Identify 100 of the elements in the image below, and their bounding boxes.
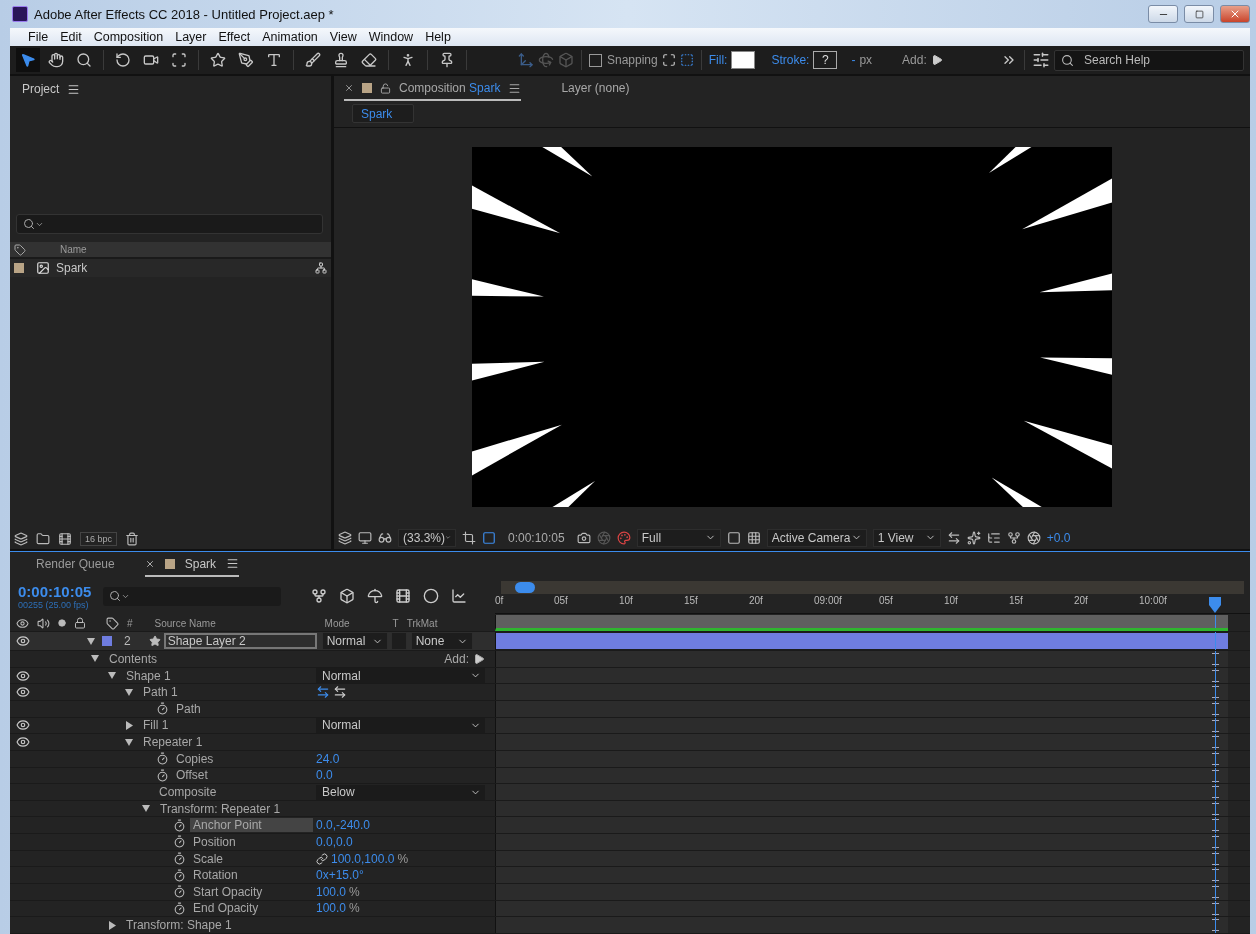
- property-name[interactable]: Position: [190, 834, 239, 849]
- property-value[interactable]: 100.0: [316, 901, 347, 916]
- panel-tab[interactable]: Spark: [144, 552, 240, 577]
- column-header[interactable]: TrkMat: [406, 617, 438, 629]
- property-value[interactable]: 100.0,100.0: [331, 851, 395, 866]
- fill-label[interactable]: Fill:: [708, 53, 728, 67]
- property-name[interactable]: Repeater 1: [140, 735, 206, 750]
- property-name[interactable]: Start Opacity: [190, 884, 266, 899]
- property-value[interactable]: 0.0,0.0: [316, 834, 353, 849]
- minimize-button[interactable]: [1148, 5, 1178, 23]
- column-header[interactable]: Source Name: [154, 617, 317, 629]
- expand-triangle-icon[interactable]: [88, 654, 102, 664]
- visibility-eye-icon[interactable]: [16, 634, 30, 649]
- playhead-icon[interactable]: [1207, 597, 1222, 614]
- menu-item[interactable]: File: [22, 30, 55, 44]
- stopwatch-icon[interactable]: [173, 902, 186, 915]
- current-time[interactable]: 0:00:10:05: [508, 530, 565, 545]
- folder-icon[interactable]: [36, 532, 50, 546]
- bit-depth-button[interactable]: 16 bpc: [80, 532, 118, 546]
- property-name[interactable]: Anchor Point: [190, 818, 313, 833]
- viewer-tab[interactable]: Composition Spark: [344, 77, 522, 101]
- tool-button[interactable]: [16, 48, 40, 72]
- current-timecode[interactable]: 0:00:10:05: [18, 582, 92, 600]
- maximize-button[interactable]: [1184, 5, 1214, 23]
- time-ruler[interactable]: 0f 05f 10f 15f 20f 09:00f 05f 10f 15f 20f 10:00f: [495, 594, 1250, 615]
- transparency-grid-icon[interactable]: [746, 530, 761, 545]
- close-button[interactable]: [1220, 5, 1250, 23]
- stopwatch-icon[interactable]: [156, 702, 169, 716]
- composition-icon[interactable]: [58, 532, 72, 546]
- stopwatch-icon[interactable]: [173, 835, 186, 849]
- add-play-icon[interactable]: [930, 54, 943, 66]
- column-header[interactable]: #: [127, 617, 133, 629]
- trash-icon[interactable]: [125, 532, 140, 546]
- menu-item[interactable]: Edit: [54, 30, 88, 44]
- composition-mini-flowchart-icon[interactable]: [311, 588, 328, 605]
- search-help-field[interactable]: Search Help: [1054, 49, 1244, 71]
- add-button[interactable]: Add:: [444, 651, 485, 666]
- menu-icon[interactable]: [226, 557, 240, 571]
- project-search-field[interactable]: [16, 214, 323, 234]
- project-item[interactable]: Spark: [10, 259, 331, 277]
- timeline-search-field[interactable]: [103, 586, 282, 606]
- menu-item[interactable]: Layer: [169, 30, 213, 44]
- snap-icon[interactable]: [679, 53, 694, 67]
- composition-breadcrumb[interactable]: Spark: [352, 104, 414, 123]
- viewer-tab[interactable]: Layer (none): [561, 77, 630, 101]
- track-matte-dropdown[interactable]: None: [410, 632, 473, 651]
- property-name[interactable]: Composite: [156, 785, 220, 799]
- fill-swatch[interactable]: [731, 51, 756, 69]
- layer-duration-bar[interactable]: [496, 633, 1228, 650]
- menu-item[interactable]: Effect: [212, 30, 257, 44]
- stroke-swatch[interactable]: ?: [813, 51, 838, 69]
- property-name[interactable]: Shape 1: [123, 668, 174, 683]
- axis-icon[interactable]: [518, 52, 534, 68]
- flowchart-icon[interactable]: [1006, 530, 1021, 545]
- stopwatch-icon[interactable]: [156, 752, 169, 766]
- expand-triangle-icon[interactable]: [122, 737, 136, 747]
- link-icon[interactable]: [316, 852, 328, 865]
- mode-dropdown[interactable]: Normal: [321, 632, 388, 651]
- snap-icon[interactable]: [661, 53, 676, 67]
- menu-item[interactable]: Animation: [256, 30, 324, 44]
- layer-name-field[interactable]: Shape Layer 2: [163, 633, 317, 650]
- lock-icon[interactable]: [380, 82, 391, 94]
- close-icon[interactable]: [144, 558, 155, 569]
- menu-item[interactable]: Composition: [87, 30, 170, 44]
- property-name[interactable]: Contents: [106, 651, 161, 666]
- column-header[interactable]: Mode: [324, 617, 385, 629]
- mask-path-icon[interactable]: [482, 530, 496, 545]
- stopwatch-icon[interactable]: [173, 885, 186, 899]
- expand-triangle-icon[interactable]: [122, 687, 136, 697]
- property-name[interactable]: Rotation: [190, 868, 241, 883]
- visibility-eye-icon[interactable]: [16, 685, 30, 700]
- column-header[interactable]: T: [392, 617, 399, 629]
- property-name[interactable]: Path 1: [140, 685, 181, 700]
- expand-triangle-icon[interactable]: [139, 804, 153, 814]
- mode-dropdown[interactable]: Below: [316, 784, 485, 800]
- property-name[interactable]: End Opacity: [190, 901, 262, 916]
- visibility-eye-icon[interactable]: [16, 718, 30, 733]
- workspace-icon[interactable]: [1032, 51, 1050, 69]
- property-value[interactable]: 0.0,-240.0: [316, 818, 371, 833]
- stopwatch-icon[interactable]: [156, 768, 169, 782]
- property-value[interactable]: 100.0: [316, 884, 347, 899]
- work-area-bar[interactable]: [495, 615, 1228, 632]
- menu-icon[interactable]: [67, 82, 81, 96]
- graph-editor-icon[interactable]: [451, 588, 468, 605]
- snapshot-icon[interactable]: [576, 530, 591, 545]
- property-value[interactable]: 0x+15.0°: [316, 868, 364, 883]
- property-name[interactable]: Transform: Repeater 1: [157, 801, 284, 816]
- property-name[interactable]: Scale: [190, 851, 227, 866]
- expand-triangle-icon[interactable]: [105, 671, 119, 680]
- view-layout-dropdown[interactable]: 1 View: [872, 528, 941, 547]
- menu-item[interactable]: View: [323, 30, 363, 44]
- monitor-icon[interactable]: [358, 530, 372, 545]
- resolution-dropdown[interactable]: Full: [636, 528, 721, 547]
- column-header[interactable]: Name: [60, 244, 87, 255]
- property-value[interactable]: 24.0: [316, 751, 340, 766]
- property-name[interactable]: Fill 1: [140, 718, 172, 733]
- flowchart-icon[interactable]: [315, 262, 327, 274]
- stroke-width-value[interactable]: -: [851, 53, 856, 67]
- magnification-dropdown[interactable]: (33.3%): [398, 528, 456, 547]
- visibility-eye-icon[interactable]: [16, 668, 30, 683]
